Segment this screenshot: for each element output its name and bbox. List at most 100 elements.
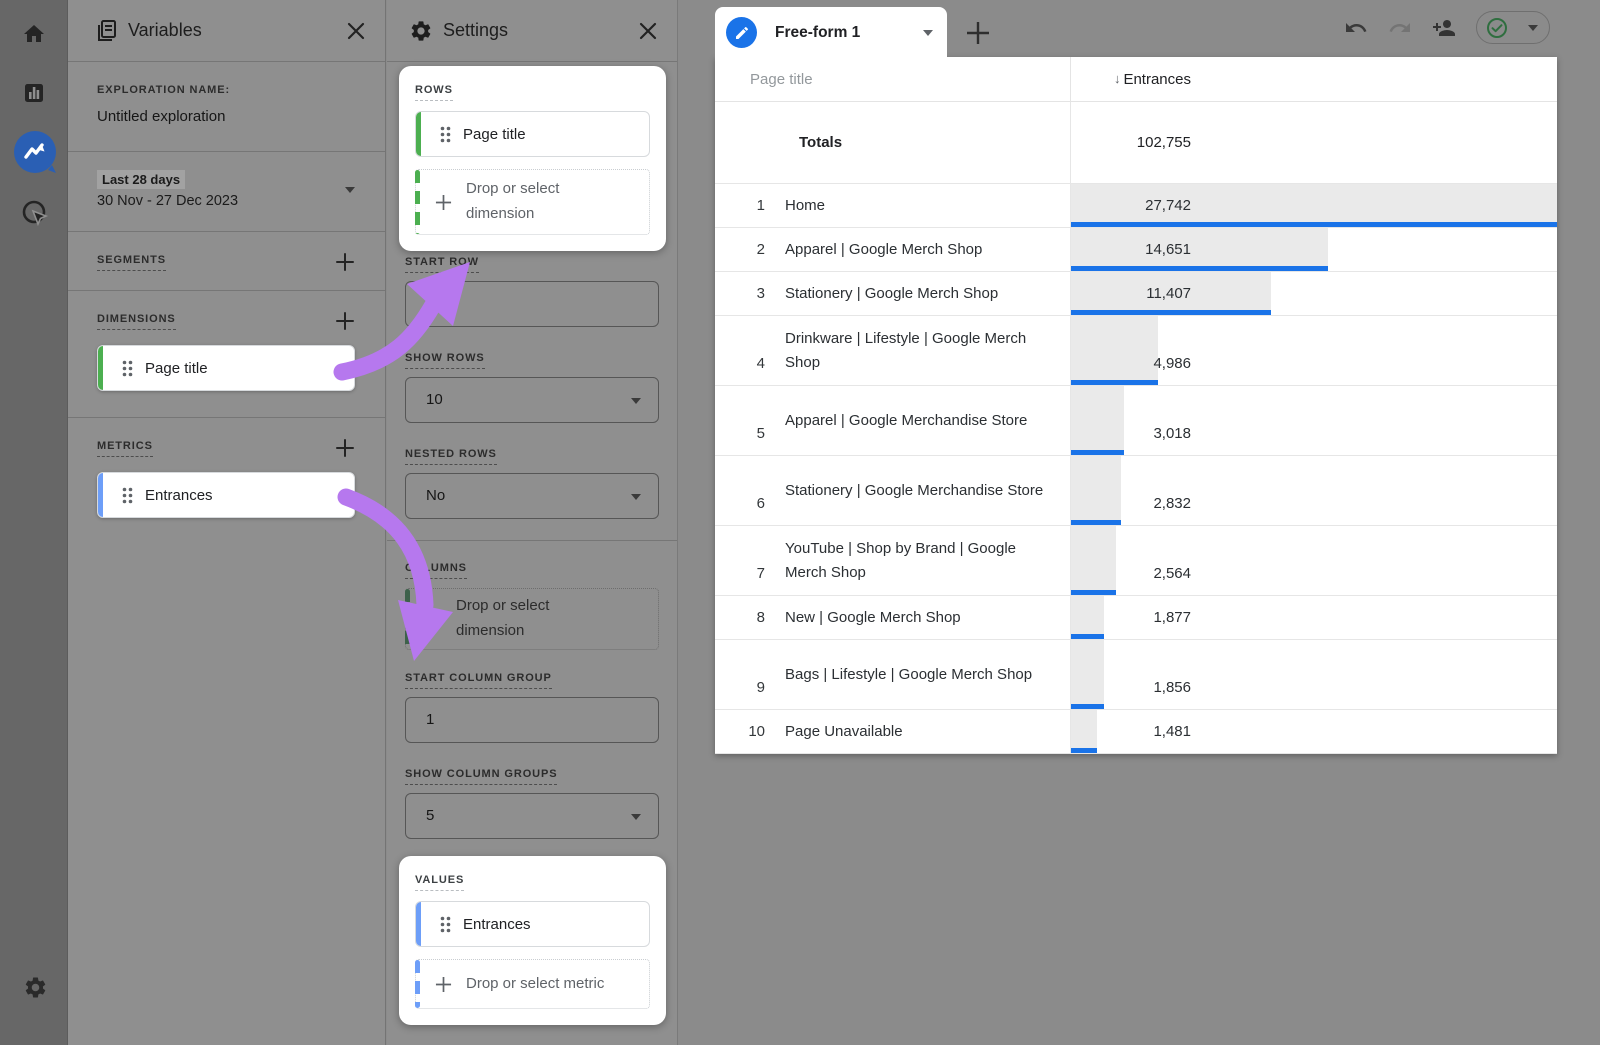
- share-users-icon[interactable]: [1432, 16, 1456, 40]
- row-value-cell: 4,986: [1070, 316, 1557, 385]
- main-area: Free-form 1 Page title ↓ Entrances: [679, 0, 1600, 1045]
- table-row[interactable]: 6Stationery | Google Merchandise Store2,…: [715, 456, 1557, 526]
- table-row[interactable]: 5Apparel | Google Merchandise Store3,018: [715, 386, 1557, 456]
- chip-label: Page title: [463, 126, 526, 143]
- row-page-title: YouTube | Shop by Brand | Google Merch S…: [765, 526, 1070, 595]
- gear-icon[interactable]: [23, 975, 47, 999]
- date-range-selector[interactable]: Last 28 days 30 Nov - 27 Dec 2023: [68, 152, 385, 232]
- plus-icon: [965, 20, 991, 46]
- drop-zone-edge: [415, 170, 420, 234]
- chip-color-edge: [416, 112, 421, 156]
- undo-icon[interactable]: [1344, 16, 1368, 40]
- table-row[interactable]: 1Home27,742: [715, 184, 1557, 228]
- row-value-cell: 11,407: [1070, 272, 1557, 315]
- show-column-groups-value: 5: [426, 807, 434, 824]
- save-status-button[interactable]: [1476, 11, 1550, 44]
- start-row-input[interactable]: 1: [405, 281, 659, 327]
- close-variables-icon[interactable]: [345, 20, 367, 42]
- advertising-icon[interactable]: [21, 199, 49, 227]
- show-column-groups-select[interactable]: 5: [405, 793, 659, 839]
- dimensions-section: DIMENSIONS Page title: [68, 291, 385, 418]
- chevron-down-icon: [1528, 25, 1538, 31]
- row-page-title: Stationery | Google Merch Shop: [765, 272, 1070, 315]
- row-value-cell: 3,018: [1070, 386, 1557, 455]
- table-row[interactable]: 7YouTube | Shop by Brand | Google Merch …: [715, 526, 1557, 596]
- metric-chip-entrances[interactable]: Entrances: [97, 472, 355, 518]
- table-row[interactable]: 2Apparel | Google Merch Shop14,651: [715, 228, 1557, 272]
- value-bar-underline: [1071, 520, 1121, 525]
- sort-descending-icon: ↓: [1114, 71, 1121, 86]
- table-header: Page title ↓ Entrances: [715, 57, 1557, 102]
- nested-rows-select[interactable]: No: [405, 473, 659, 519]
- add-tab-button[interactable]: [961, 16, 995, 50]
- values-drop-zone[interactable]: Drop or select metric: [415, 959, 650, 1009]
- column-header-entrances[interactable]: ↓ Entrances: [1070, 57, 1557, 101]
- show-column-groups-group: SHOW COLUMN GROUPS 5: [405, 764, 659, 839]
- row-page-title: Bags | Lifestyle | Google Merch Shop: [765, 640, 1070, 709]
- value-bar-underline: [1071, 748, 1097, 753]
- drag-handle-icon[interactable]: [440, 126, 451, 143]
- rows-settings-card: ROWS Page title Drop or select dimension: [399, 66, 666, 251]
- redo-icon[interactable]: [1388, 16, 1412, 40]
- add-metric-icon[interactable]: [335, 438, 355, 458]
- rows-drop-zone[interactable]: Drop or select dimension: [415, 169, 650, 235]
- row-rank: 4: [715, 316, 765, 385]
- variables-panel: Variables EXPLORATION NAME: Untitled exp…: [68, 0, 386, 1045]
- show-column-groups-label: SHOW COLUMN GROUPS: [405, 768, 557, 785]
- drop-zone-edge: [415, 960, 420, 1008]
- row-rank: 1: [715, 184, 765, 227]
- settings-panel: Settings ROWS Page title Drop or select …: [387, 0, 678, 1045]
- exploration-name-value[interactable]: Untitled exploration: [97, 108, 355, 125]
- row-page-title: New | Google Merch Shop: [765, 596, 1070, 639]
- row-value: 11,407: [1071, 285, 1191, 302]
- column-header-page-title[interactable]: Page title: [715, 71, 1070, 88]
- tab-free-form-1[interactable]: Free-form 1: [715, 7, 947, 58]
- row-value-cell: 2,832: [1070, 456, 1557, 525]
- add-dimension-icon[interactable]: [335, 311, 355, 331]
- nested-rows-label: NESTED ROWS: [405, 448, 497, 465]
- drop-zone-text: Drop or select dimension: [456, 594, 606, 644]
- start-column-group-input[interactable]: 1: [405, 697, 659, 743]
- columns-drop-zone[interactable]: Drop or select dimension: [405, 588, 659, 650]
- totals-label: Totals: [765, 102, 1070, 183]
- chip-color-edge: [416, 902, 421, 946]
- segments-section: SEGMENTS: [68, 232, 385, 291]
- chevron-down-icon: [631, 494, 641, 500]
- metrics-section: METRICS Entrances: [68, 418, 385, 546]
- row-rank: 5: [715, 386, 765, 455]
- drag-handle-icon[interactable]: [440, 916, 451, 933]
- date-range-preset: Last 28 days: [97, 170, 185, 189]
- table-row[interactable]: 9Bags | Lifestyle | Google Merch Shop1,8…: [715, 640, 1557, 710]
- value-bar-underline: [1071, 310, 1271, 315]
- rows-chip-page-title[interactable]: Page title: [415, 111, 650, 157]
- close-settings-icon[interactable]: [637, 20, 659, 42]
- table-row[interactable]: 10Page Unavailable1,481: [715, 710, 1557, 754]
- show-rows-select[interactable]: 10: [405, 377, 659, 423]
- drag-handle-icon[interactable]: [122, 487, 133, 504]
- row-value-cell: 1,877: [1070, 596, 1557, 639]
- table-row[interactable]: 4Drinkware | Lifestyle | Google Merch Sh…: [715, 316, 1557, 386]
- row-rank: 8: [715, 596, 765, 639]
- row-value-cell: 14,651: [1070, 228, 1557, 271]
- values-chip-entrances[interactable]: Entrances: [415, 901, 650, 947]
- drag-handle-icon[interactable]: [122, 360, 133, 377]
- metrics-label: METRICS: [97, 440, 153, 457]
- table-row[interactable]: 8New | Google Merch Shop1,877: [715, 596, 1557, 640]
- drop-zone-edge: [405, 589, 410, 649]
- table-row[interactable]: 3Stationery | Google Merch Shop11,407: [715, 272, 1557, 316]
- home-icon[interactable]: [22, 22, 46, 46]
- plus-icon: [435, 976, 452, 993]
- row-rank: 2: [715, 228, 765, 271]
- start-row-label: START ROW: [405, 256, 479, 273]
- add-segment-icon[interactable]: [335, 252, 355, 272]
- row-rank: 10: [715, 710, 765, 753]
- totals-row: Totals 102,755: [715, 102, 1557, 184]
- nested-rows-value: No: [426, 487, 445, 504]
- exploration-name-section: EXPLORATION NAME: Untitled exploration: [68, 62, 385, 152]
- chevron-down-icon[interactable]: [923, 30, 933, 36]
- row-page-title: Drinkware | Lifestyle | Google Merch Sho…: [765, 316, 1070, 385]
- row-value: 1,877: [1071, 609, 1191, 626]
- dimension-chip-page-title[interactable]: Page title: [97, 345, 355, 391]
- reports-icon[interactable]: [22, 81, 46, 105]
- explore-icon[interactable]: [12, 129, 58, 175]
